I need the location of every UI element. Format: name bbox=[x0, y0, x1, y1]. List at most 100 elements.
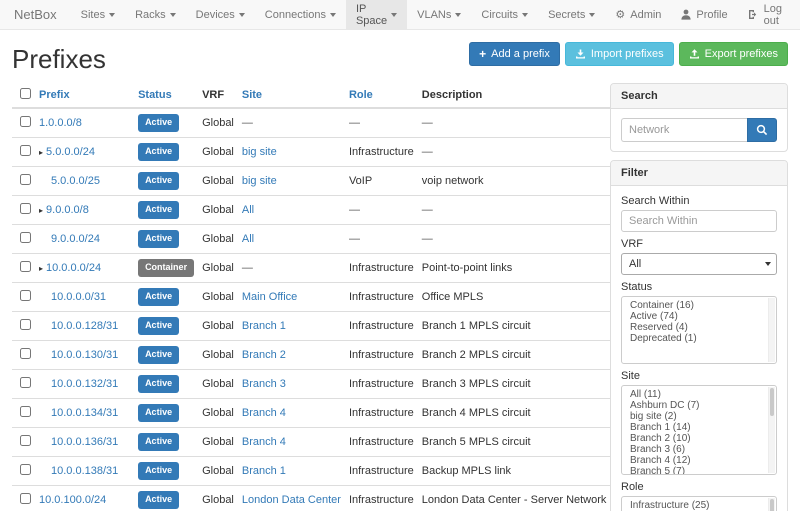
nav-item-ip-space[interactable]: IP Space bbox=[346, 0, 407, 29]
prefix-link[interactable]: 10.0.100.0/24 bbox=[39, 494, 106, 506]
brand-logo[interactable]: NetBox bbox=[0, 0, 71, 29]
prefix-link[interactable]: 10.0.0.130/31 bbox=[51, 349, 118, 361]
listbox-option[interactable]: Branch 2 (10) bbox=[622, 433, 776, 444]
nav-item-circuits[interactable]: Circuits bbox=[471, 0, 538, 29]
export-icon bbox=[689, 49, 700, 60]
nav-item-label: IP Space bbox=[356, 3, 387, 27]
site-link[interactable]: All bbox=[242, 233, 254, 245]
listbox-option[interactable]: Reserved (4) bbox=[622, 322, 776, 333]
add-prefix-button[interactable]: + Add a prefix bbox=[469, 42, 560, 66]
site-link[interactable]: Branch 4 bbox=[242, 407, 286, 419]
nav-item-secrets[interactable]: Secrets bbox=[538, 0, 605, 29]
listbox-option[interactable]: Branch 4 (12) bbox=[622, 455, 776, 466]
site-link[interactable]: Main Office bbox=[242, 291, 297, 303]
description-value: Branch 3 MPLS circuit bbox=[422, 378, 531, 390]
row-checkbox[interactable] bbox=[20, 435, 31, 446]
nav-item-vlans[interactable]: VLANs bbox=[407, 0, 471, 29]
site-link[interactable]: Branch 1 bbox=[242, 465, 286, 477]
listbox-option[interactable]: Deprecated (1) bbox=[622, 333, 776, 344]
row-checkbox[interactable] bbox=[20, 203, 31, 214]
prefix-link[interactable]: 10.0.0.136/31 bbox=[51, 436, 118, 448]
search-button[interactable] bbox=[747, 118, 777, 142]
listbox-option[interactable]: Branch 3 (6) bbox=[622, 444, 776, 455]
site-link[interactable]: big site bbox=[242, 175, 277, 187]
row-checkbox[interactable] bbox=[20, 261, 31, 272]
prefix-link[interactable]: 10.0.0.132/31 bbox=[51, 378, 118, 390]
prefix-link[interactable]: 5.0.0.0/25 bbox=[51, 175, 100, 187]
row-checkbox[interactable] bbox=[20, 464, 31, 475]
row-checkbox[interactable] bbox=[20, 116, 31, 127]
expand-caret-icon[interactable]: ▸ bbox=[39, 206, 43, 215]
site-link[interactable]: Branch 4 bbox=[242, 436, 286, 448]
role-value: Infrastructure bbox=[349, 320, 414, 332]
prefix-link[interactable]: 10.0.0.134/31 bbox=[51, 407, 118, 419]
table-row: ▸10.0.0.0/24ContainerGlobal—Infrastructu… bbox=[12, 254, 610, 283]
scrollbar[interactable] bbox=[768, 498, 775, 511]
profile-link[interactable]: Profile bbox=[671, 0, 737, 29]
row-checkbox[interactable] bbox=[20, 319, 31, 330]
row-checkbox[interactable] bbox=[20, 145, 31, 156]
row-checkbox[interactable] bbox=[20, 232, 31, 243]
prefix-link[interactable]: 1.0.0.0/8 bbox=[39, 117, 82, 129]
search-within-input[interactable] bbox=[621, 210, 777, 232]
row-checkbox[interactable] bbox=[20, 406, 31, 417]
site-link[interactable]: big site bbox=[242, 146, 277, 158]
export-prefixes-button[interactable]: Export prefixes bbox=[679, 42, 788, 66]
role-value: Infrastructure bbox=[349, 436, 414, 448]
sort-header-prefix[interactable]: Prefix bbox=[39, 89, 70, 101]
vrf-select[interactable]: All bbox=[621, 253, 777, 275]
sort-header-site[interactable]: Site bbox=[242, 89, 262, 101]
prefix-link[interactable]: 9.0.0.0/24 bbox=[51, 233, 100, 245]
table-row: ▸5.0.0.0/24ActiveGlobalbig siteInfrastru… bbox=[12, 138, 610, 167]
nav-item-devices[interactable]: Devices bbox=[186, 0, 255, 29]
search-input[interactable] bbox=[621, 118, 747, 142]
empty-value: — bbox=[422, 117, 433, 129]
prefix-link[interactable]: 10.0.0.0/31 bbox=[51, 291, 106, 303]
listbox-option[interactable]: All (11) bbox=[622, 389, 776, 400]
row-checkbox[interactable] bbox=[20, 348, 31, 359]
nav-item-label: Devices bbox=[196, 9, 235, 21]
prefix-link[interactable]: 10.0.0.138/31 bbox=[51, 465, 118, 477]
sort-header-role[interactable]: Role bbox=[349, 89, 373, 101]
gear-icon: ⚙ bbox=[615, 8, 625, 21]
row-checkbox[interactable] bbox=[20, 290, 31, 301]
listbox-option[interactable]: Branch 1 (14) bbox=[622, 422, 776, 433]
row-checkbox[interactable] bbox=[20, 493, 31, 504]
listbox-option[interactable]: Ashburn DC (7) bbox=[622, 400, 776, 411]
listbox-option[interactable]: big site (2) bbox=[622, 411, 776, 422]
sort-header-status[interactable]: Status bbox=[138, 89, 172, 101]
nav-item-racks[interactable]: Racks bbox=[125, 0, 186, 29]
nav-item-sites[interactable]: Sites bbox=[71, 0, 125, 29]
role-listbox[interactable]: Infrastructure (25)Management (8)Private… bbox=[621, 496, 777, 511]
listbox-option[interactable]: Branch 5 (7) bbox=[622, 466, 776, 475]
filter-panel: Filter Search Within VRF All Sta bbox=[610, 160, 788, 511]
select-all-checkbox[interactable] bbox=[20, 88, 31, 99]
listbox-option[interactable]: Container (16) bbox=[622, 300, 776, 311]
status-listbox[interactable]: Container (16)Active (74)Reserved (4)Dep… bbox=[621, 296, 777, 364]
prefix-link[interactable]: 10.0.0.0/24 bbox=[46, 262, 101, 274]
import-prefixes-button[interactable]: Import prefixes bbox=[565, 42, 674, 66]
admin-link[interactable]: ⚙ Admin bbox=[605, 0, 671, 29]
expand-caret-icon[interactable]: ▸ bbox=[39, 264, 43, 273]
site-link[interactable]: Branch 1 bbox=[242, 320, 286, 332]
expand-caret-icon[interactable]: ▸ bbox=[39, 148, 43, 157]
scrollbar[interactable] bbox=[768, 298, 775, 362]
logout-link[interactable]: Log out bbox=[738, 0, 792, 29]
site-link[interactable]: Branch 3 bbox=[242, 378, 286, 390]
description-value: Office MPLS bbox=[422, 291, 484, 303]
site-link[interactable]: All bbox=[242, 204, 254, 216]
site-link[interactable]: Branch 2 bbox=[242, 349, 286, 361]
listbox-option[interactable]: Active (74) bbox=[622, 311, 776, 322]
site-listbox[interactable]: All (11)Ashburn DC (7)big site (2)Branch… bbox=[621, 385, 777, 475]
row-checkbox[interactable] bbox=[20, 377, 31, 388]
site-link[interactable]: London Data Center bbox=[242, 494, 341, 506]
prefix-link[interactable]: 5.0.0.0/24 bbox=[46, 146, 95, 158]
prefix-link[interactable]: 9.0.0.0/8 bbox=[46, 204, 89, 216]
row-checkbox[interactable] bbox=[20, 174, 31, 185]
nav-item-connections[interactable]: Connections bbox=[255, 0, 346, 29]
prefix-table-body: 1.0.0.0/8ActiveGlobal———▸5.0.0.0/24Activ… bbox=[12, 108, 610, 511]
page-title: Prefixes bbox=[12, 44, 106, 75]
listbox-option[interactable]: Infrastructure (25) bbox=[622, 500, 776, 511]
prefix-link[interactable]: 10.0.0.128/31 bbox=[51, 320, 118, 332]
scrollbar[interactable] bbox=[768, 387, 775, 473]
